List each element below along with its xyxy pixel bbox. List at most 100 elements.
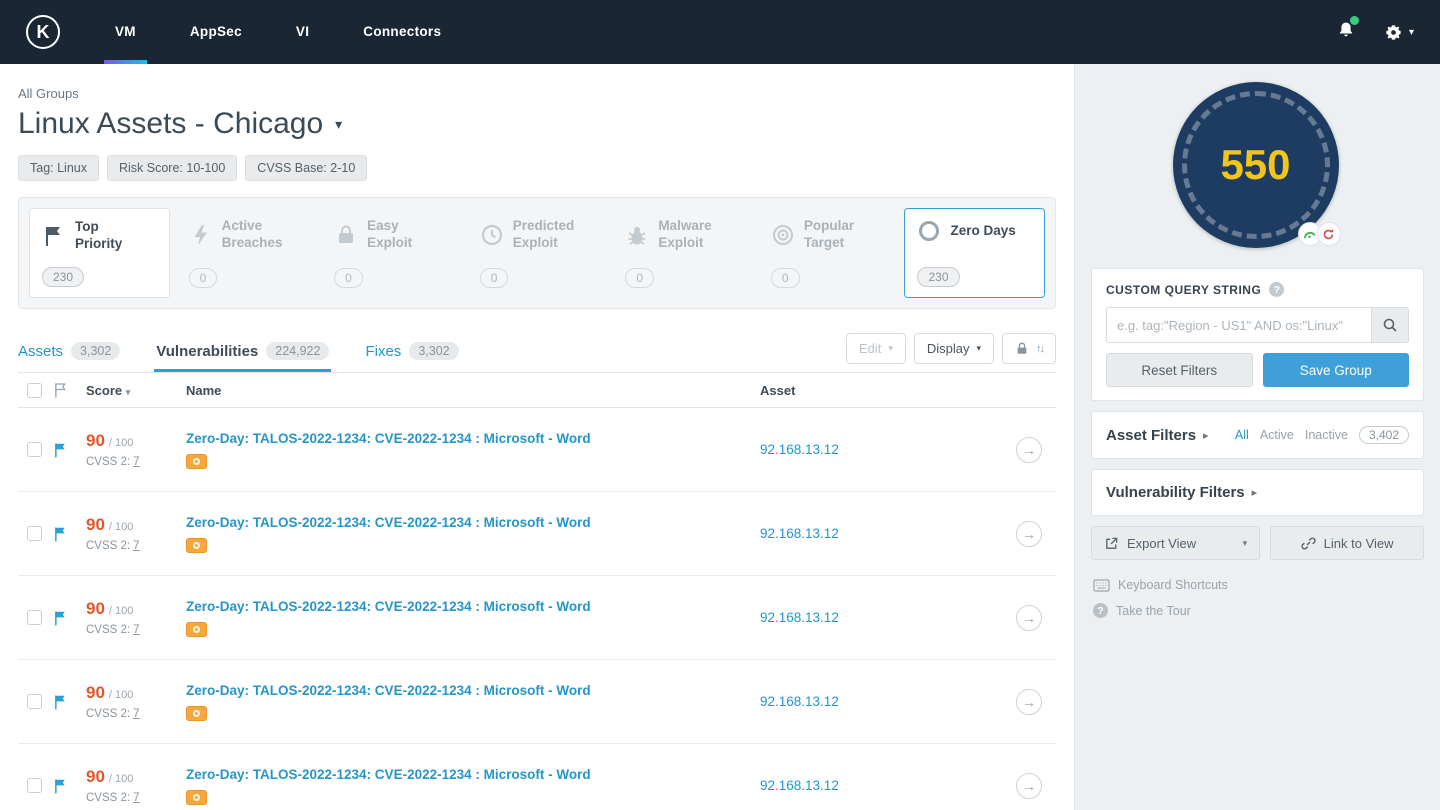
row-checkbox[interactable] <box>27 694 42 709</box>
select-all-checkbox[interactable] <box>27 382 42 398</box>
risk-score: 90 <box>86 767 105 786</box>
vulnerability-link[interactable]: Zero-Day: TALOS-2022-1234: CVE-2022-1234… <box>186 767 760 782</box>
cvss-label: CVSS 2: <box>86 456 131 468</box>
table-row: 90 / 100 CVSS 2: 7 Zero-Day: TALOS-2022-1… <box>18 744 1056 810</box>
risk-score-denominator: / 100 <box>108 773 134 785</box>
take-the-tour-link[interactable]: ? Take the Tour <box>1093 603 1422 618</box>
column-header-name[interactable]: Name <box>186 383 760 398</box>
keyboard-icon <box>1093 578 1110 592</box>
tab-fixes[interactable]: Fixes 3,302 <box>365 342 459 372</box>
flag-icon[interactable] <box>54 442 67 458</box>
keyboard-shortcuts-link[interactable]: Keyboard Shortcuts <box>1093 578 1422 592</box>
asset-filter-active[interactable]: Active <box>1260 428 1294 442</box>
gear-icon <box>1386 24 1401 40</box>
link-icon <box>1301 537 1316 549</box>
column-header-asset[interactable]: Asset <box>760 383 1000 398</box>
asset-ip-link[interactable]: 92.168.13.12 <box>760 610 839 625</box>
threat-card-count: 0 <box>770 268 800 288</box>
reset-filters-button[interactable]: Reset Filters <box>1106 353 1253 387</box>
row-detail-arrow-button[interactable]: → <box>1016 520 1042 547</box>
row-detail-arrow-button[interactable]: → <box>1016 772 1042 799</box>
nav-item-connectors[interactable]: Connectors <box>336 0 468 64</box>
refresh-icon[interactable] <box>1316 222 1341 246</box>
column-header-score[interactable]: Score ▾ <box>86 383 186 398</box>
threat-card-predicted-exploit[interactable]: Predicted Exploit 0 <box>468 208 607 298</box>
search-button[interactable] <box>1371 307 1409 343</box>
vulnerability-filters-panel[interactable]: Vulnerability Filters ▸ <box>1091 469 1424 516</box>
row-detail-arrow-button[interactable]: → <box>1016 604 1042 631</box>
chip-risk-score[interactable]: Risk Score: 10-100 <box>106 155 238 181</box>
chip-cvss-base[interactable]: CVSS Base: 2-10 <box>245 155 368 181</box>
cvss-value[interactable]: 7 <box>133 708 139 720</box>
settings-menu[interactable]: ▾ <box>1384 23 1414 42</box>
cvss-value[interactable]: 7 <box>133 540 139 552</box>
asset-ip-link[interactable]: 92.168.13.12 <box>760 778 839 793</box>
row-detail-arrow-button[interactable]: → <box>1016 688 1042 715</box>
lock-sort-button[interactable]: ↑↓ <box>1002 333 1056 364</box>
row-detail-arrow-button[interactable]: → <box>1016 436 1042 463</box>
zero-day-badge-icon <box>186 453 207 469</box>
tab-count: 224,922 <box>266 342 330 360</box>
flag-icon[interactable] <box>54 778 67 794</box>
breadcrumb[interactable]: All Groups <box>18 86 1056 101</box>
asset-filter-all[interactable]: All <box>1235 428 1249 442</box>
asset-ip-link[interactable]: 92.168.13.12 <box>760 442 839 457</box>
edit-button[interactable]: Edit ▾ <box>845 333 906 364</box>
row-checkbox[interactable] <box>27 610 42 625</box>
cvss-label: CVSS 2: <box>86 792 131 804</box>
risk-score-denominator: / 100 <box>108 605 134 617</box>
flag-icon[interactable] <box>54 610 67 626</box>
vulnerabilities-table: Score ▾ Name Asset 90 / 100 CVSS 2: 7 Ze… <box>18 372 1056 810</box>
vulnerability-link[interactable]: Zero-Day: TALOS-2022-1234: CVE-2022-1234… <box>186 599 760 614</box>
table-row: 90 / 100 CVSS 2: 7 Zero-Day: TALOS-2022-1… <box>18 576 1056 660</box>
export-view-button[interactable]: Export View ▾ <box>1091 526 1261 560</box>
tab-assets[interactable]: Assets 3,302 <box>18 342 121 372</box>
export-icon <box>1106 537 1118 549</box>
main-content: All Groups Linux Assets - Chicago ▾ Tag:… <box>0 64 1074 810</box>
flag-icon[interactable] <box>54 694 67 710</box>
asset-filters-panel[interactable]: Asset Filters ▸ All Active Inactive 3,40… <box>1091 411 1424 459</box>
caret-down-icon: ▾ <box>888 343 893 353</box>
threat-card-malware-exploit[interactable]: Malware Exploit 0 <box>613 208 752 298</box>
query-input[interactable] <box>1106 307 1371 343</box>
tab-label: Assets <box>18 342 64 360</box>
flag-icon[interactable] <box>54 526 67 542</box>
bell-icon[interactable] <box>1336 15 1359 46</box>
nav-item-vi[interactable]: VI <box>269 0 336 64</box>
row-checkbox[interactable] <box>27 442 42 457</box>
vulnerability-link[interactable]: Zero-Day: TALOS-2022-1234: CVE-2022-1234… <box>186 683 760 698</box>
threat-card-zero-days[interactable]: Zero Days 230 <box>904 208 1046 298</box>
asset-filter-inactive[interactable]: Inactive <box>1305 428 1348 442</box>
asset-ip-link[interactable]: 92.168.13.12 <box>760 526 839 541</box>
cvss-value[interactable]: 7 <box>133 456 139 468</box>
threat-card-label: Easy Exploit <box>367 218 413 250</box>
name-header-label: Name <box>186 382 222 398</box>
threat-card-easy-exploit[interactable]: Easy Exploit 0 <box>322 208 461 298</box>
threat-card-popular-target[interactable]: Popular Target 0 <box>759 208 898 298</box>
chip-tag[interactable]: Tag: Linux <box>18 155 99 181</box>
row-checkbox[interactable] <box>27 526 42 541</box>
display-button[interactable]: Display ▾ <box>913 333 994 364</box>
row-checkbox[interactable] <box>27 778 42 793</box>
tab-vulnerabilities[interactable]: Vulnerabilities 224,922 <box>154 342 332 372</box>
table-row: 90 / 100 CVSS 2: 7 Zero-Day: TALOS-2022-1… <box>18 492 1056 576</box>
link-to-view-button[interactable]: Link to View <box>1270 526 1424 560</box>
vulnerability-link[interactable]: Zero-Day: TALOS-2022-1234: CVE-2022-1234… <box>186 515 760 530</box>
nav-item-vm[interactable]: VM <box>88 0 163 64</box>
flag-outline-icon[interactable] <box>54 382 67 398</box>
bug-icon <box>628 226 646 245</box>
save-group-button[interactable]: Save Group <box>1262 353 1409 387</box>
threat-card-active-breaches[interactable]: Active Breaches 0 <box>177 208 316 298</box>
clock-icon <box>481 224 502 245</box>
asset-ip-link[interactable]: 92.168.13.12 <box>760 694 839 709</box>
title-dropdown-caret-icon[interactable]: ▾ <box>335 116 342 133</box>
table-row: 90 / 100 CVSS 2: 7 Zero-Day: TALOS-2022-1… <box>18 408 1056 492</box>
cvss-value[interactable]: 7 <box>133 624 139 636</box>
vulnerability-link[interactable]: Zero-Day: TALOS-2022-1234: CVE-2022-1234… <box>186 431 760 446</box>
threat-card-top-priority[interactable]: Top Priority 230 <box>29 208 170 298</box>
nav-item-appsec[interactable]: AppSec <box>163 0 269 64</box>
kenna-logo[interactable]: K <box>26 15 60 49</box>
threat-card-label: Active Breaches <box>221 218 283 250</box>
cvss-value[interactable]: 7 <box>133 792 139 804</box>
help-icon[interactable]: ? <box>1269 282 1285 297</box>
